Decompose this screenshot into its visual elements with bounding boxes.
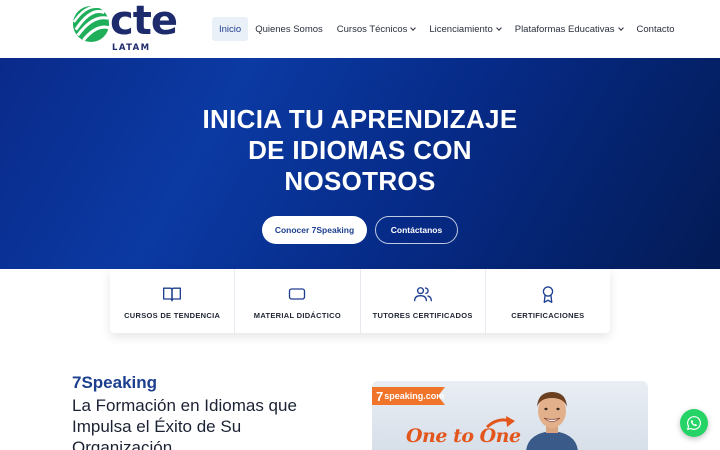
contactanos-button[interactable]: Contáctanos: [375, 216, 458, 244]
book-icon: [163, 287, 182, 302]
smiling-man-photo: [526, 392, 578, 450]
badge-ribbon: [438, 387, 445, 405]
hero-banner: INICIA TU APRENDIZAJE DE IDIOMAS CON NOS…: [0, 58, 720, 269]
chevron-down-icon: [410, 24, 417, 31]
tablet-icon: [289, 288, 306, 300]
conocer-7speaking-button[interactable]: Conocer 7Speaking: [262, 216, 367, 244]
cte-latam-logo[interactable]: cte LATAM: [70, 0, 195, 55]
hero-title-line: NOSOTROS: [284, 166, 436, 196]
feature-label: TUTORES CERTIFICADOS: [372, 311, 473, 320]
section-heading: La Formación en Idiomas que Impulsa el É…: [72, 396, 297, 450]
chevron-down-icon: [495, 24, 502, 31]
nav-item-quienes-somos[interactable]: Quienes Somos: [248, 17, 330, 41]
logo-wordmark: cte: [110, 0, 178, 44]
section-brand-title: 7Speaking: [72, 373, 158, 392]
promo-text: One to One: [406, 425, 521, 447]
globe-logo-icon: [72, 5, 110, 43]
nav-item-plataformas-educativas[interactable]: Plataformas Educativas: [508, 17, 630, 41]
hero-title-line: DE IDIOMAS CON: [248, 135, 472, 165]
7speaking-badge: 7 speaking.com: [372, 387, 444, 405]
feature-cursos-de-tendencia: CURSOS DE TENDENCIA: [110, 269, 236, 333]
feature-tutores-certificados: TUTORES CERTIFICADOS: [361, 269, 486, 333]
main-nav: Inicio Quienes Somos Cursos Técnicos Lic…: [212, 17, 682, 41]
promo-image: 7 speaking.com One to One: [372, 381, 648, 450]
chevron-down-icon: [617, 24, 624, 31]
whatsapp-icon: [686, 416, 701, 431]
features-bar: CURSOS DE TENDENCIA MATERIAL DIDÁCTICO T…: [110, 269, 610, 333]
hero-title-line: INICIA TU APRENDIZAJE: [202, 104, 518, 134]
feature-label: CERTIFICACIONES: [511, 311, 585, 320]
nav-item-licenciamiento[interactable]: Licenciamiento: [422, 17, 507, 41]
nav-item-contacto[interactable]: Contacto: [630, 17, 682, 41]
nav-item-inicio[interactable]: Inicio: [212, 17, 249, 41]
feature-label: CURSOS DE TENDENCIA: [124, 311, 221, 320]
logo-subtitle: LATAM: [112, 43, 151, 53]
feature-certificaciones: CERTIFICACIONES: [486, 269, 610, 333]
whatsapp-chat-button[interactable]: [680, 409, 708, 437]
badge-number: 7: [376, 388, 384, 404]
site-header: cte LATAM Inicio Quienes Somos Cursos Té…: [0, 0, 720, 58]
nav-item-cursos-tecnicos[interactable]: Cursos Técnicos: [330, 17, 423, 41]
hero-title: INICIA TU APRENDIZAJE DE IDIOMAS CON NOS…: [0, 104, 720, 197]
badge-text: speaking.com: [384, 391, 445, 401]
award-icon: [542, 286, 554, 303]
users-icon: [413, 287, 432, 302]
feature-label: MATERIAL DIDÁCTICO: [253, 311, 341, 320]
feature-material-didactico: MATERIAL DIDÁCTICO: [235, 269, 361, 333]
